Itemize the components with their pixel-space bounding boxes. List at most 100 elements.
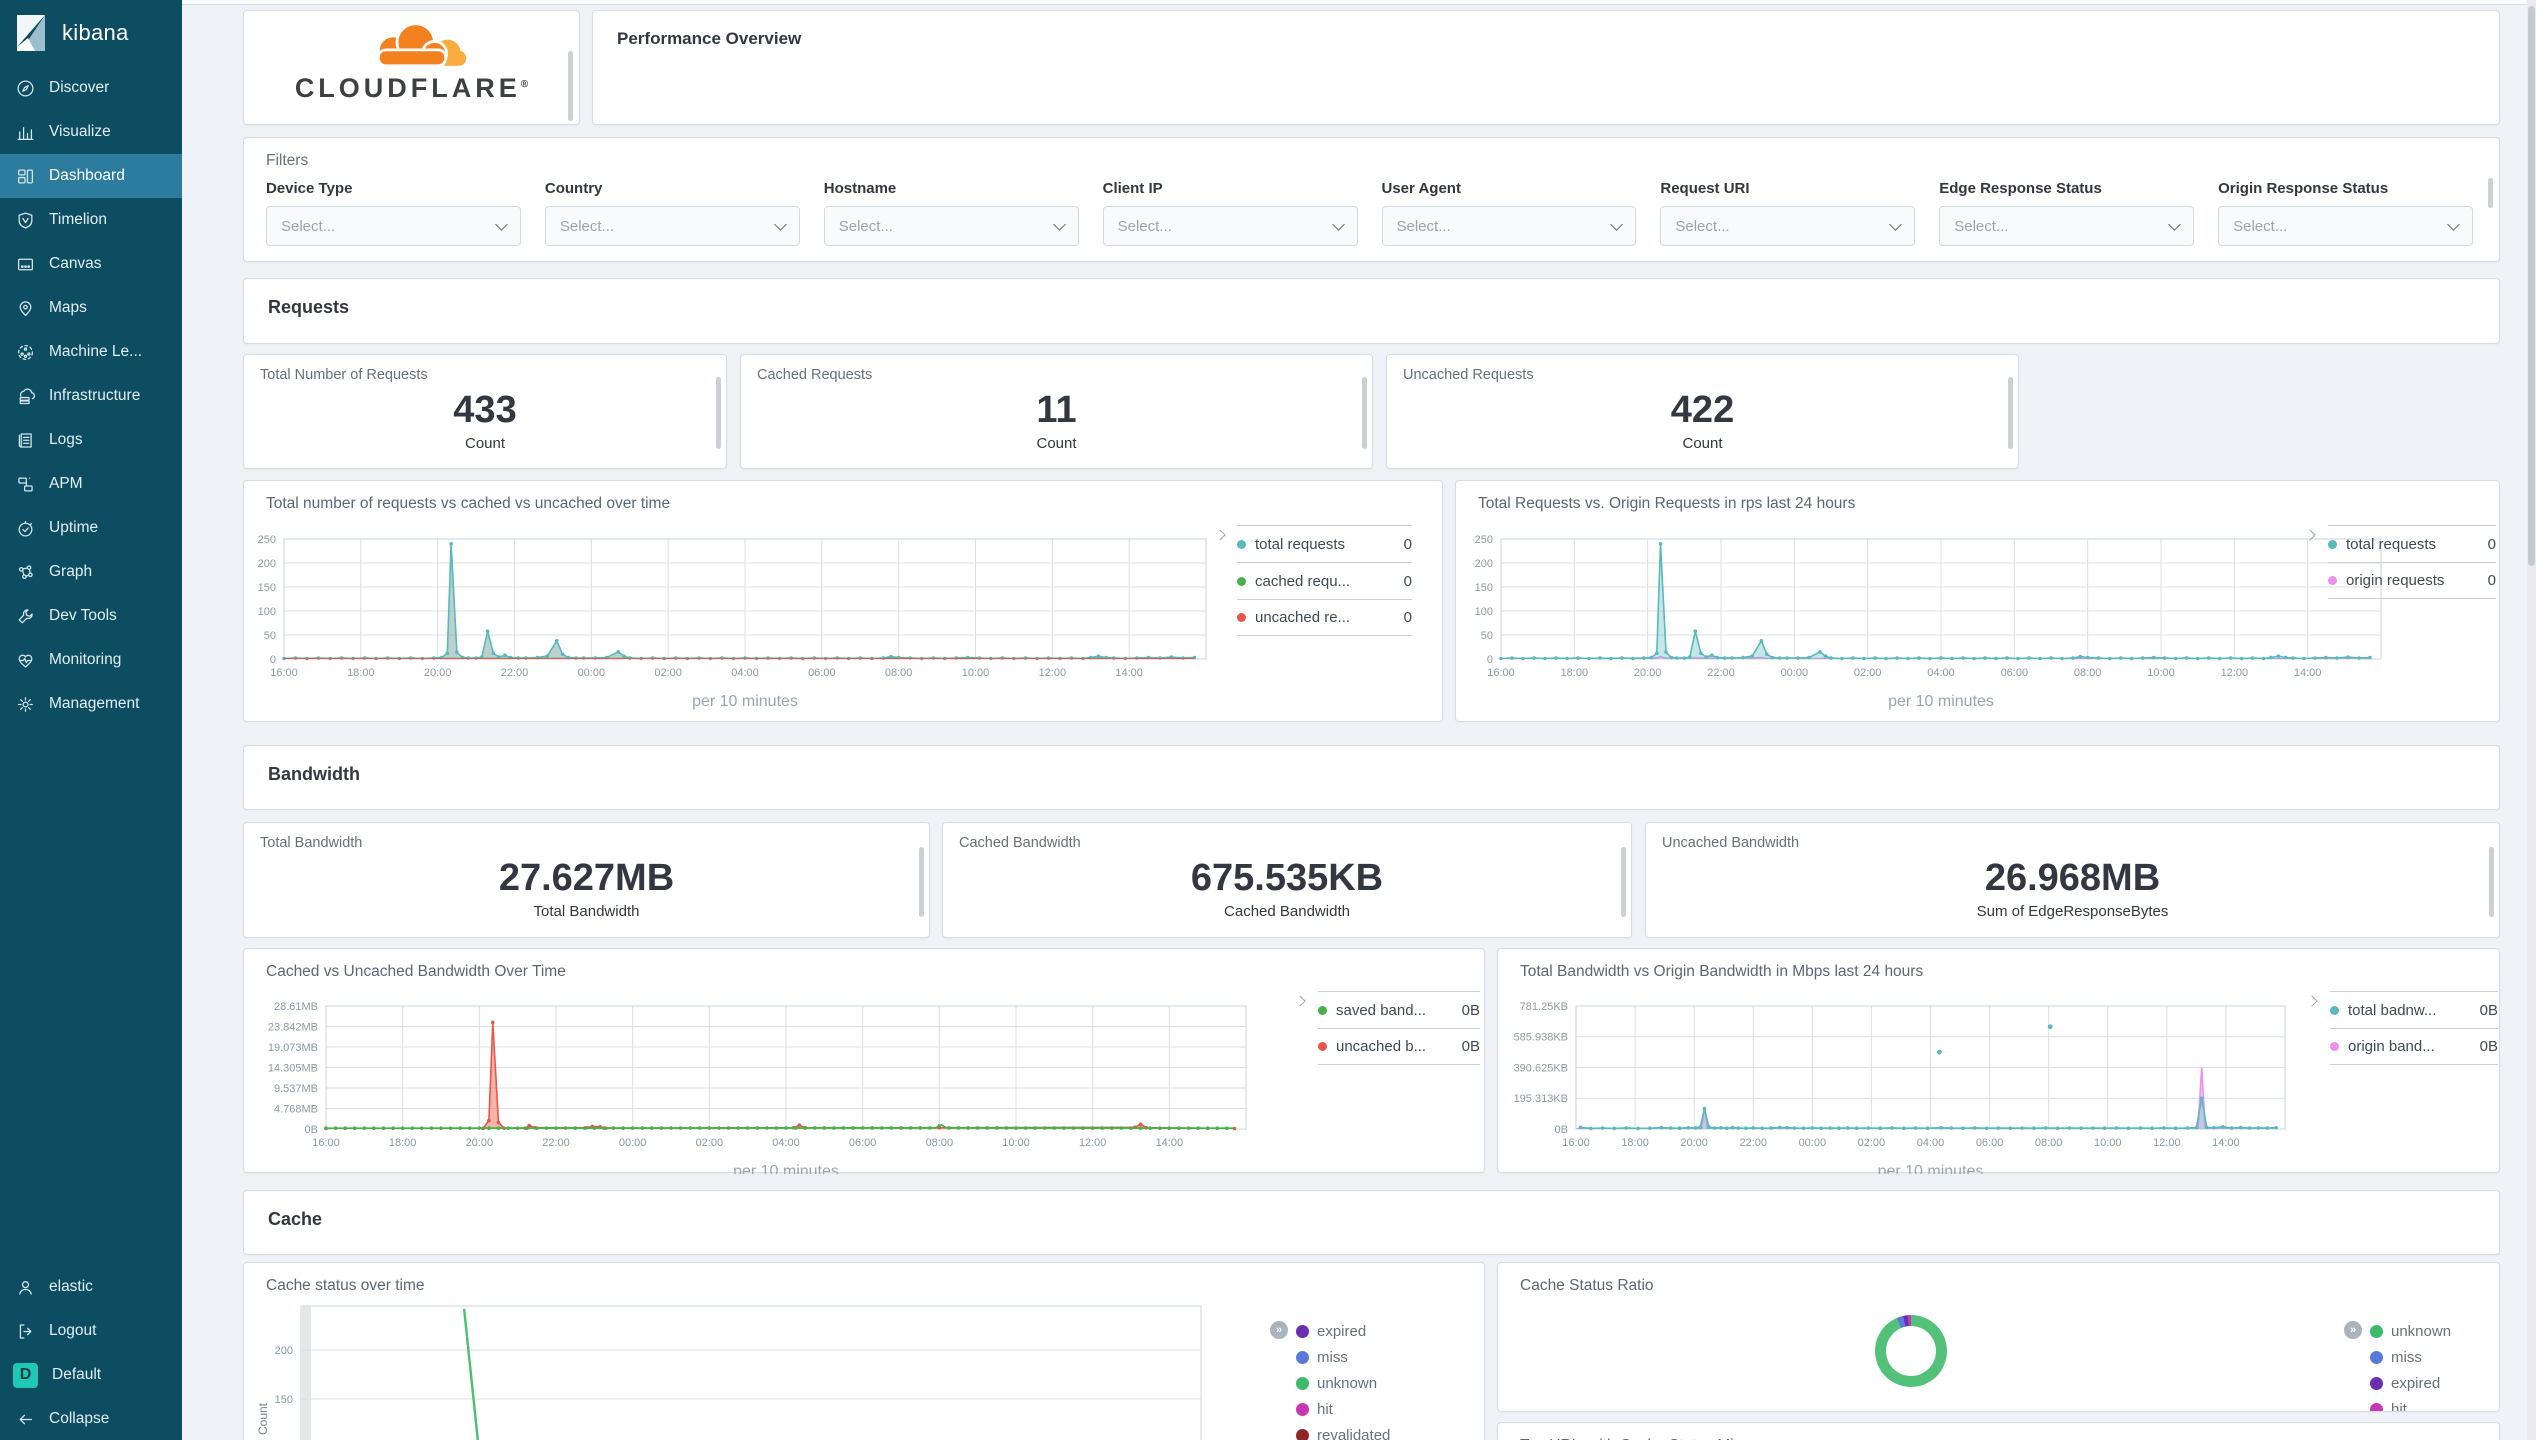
sidebar-item-infrastructure[interactable]: Infrastructure	[0, 374, 182, 418]
cache-ratio-donut[interactable]	[1875, 1315, 1947, 1387]
legend-expand-icon[interactable]: »	[1270, 1321, 1288, 1339]
filter-edge-response-status: Edge Response Status Select...	[1929, 180, 2208, 246]
legend-label: miss	[2391, 1348, 2422, 1366]
panel-scrollbar[interactable]	[2489, 847, 2494, 917]
chart-legend: total badnw... 0B origin band... 0B	[2330, 991, 2498, 1065]
sidebar-item-monitoring[interactable]: Monitoring	[0, 638, 182, 682]
legend-dot-icon	[1296, 1402, 1309, 1416]
panel-scrollbar[interactable]	[2488, 178, 2493, 208]
svg-text:00:00: 00:00	[1799, 1137, 1827, 1149]
chart-requests-vs-origin: Total Requests vs. Origin Requests in rp…	[1455, 480, 2500, 722]
filter-select[interactable]: Select...	[823, 206, 1079, 246]
legend-item-origin-requests[interactable]: origin requests 0	[2328, 562, 2496, 599]
legend-value: 0B	[2479, 1038, 2498, 1055]
chevron-down-icon	[2168, 217, 2181, 231]
legend-item-total-badnw[interactable]: total badnw... 0B	[2330, 991, 2498, 1028]
legend-item-uncached-b[interactable]: uncached b... 0B	[1318, 1028, 1480, 1065]
legend-item-miss[interactable]: miss	[1296, 1344, 1390, 1370]
canvas-icon	[18, 258, 33, 270]
svg-text:100: 100	[258, 606, 276, 618]
logout-icon	[19, 1323, 32, 1339]
legend-item-uncached-re[interactable]: uncached re... 0	[1237, 599, 1412, 636]
svg-text:06:00: 06:00	[849, 1137, 877, 1149]
sidebar-footer-default[interactable]: D Default	[0, 1353, 182, 1397]
chevron-down-icon	[495, 217, 508, 231]
svg-text:9.537MB: 9.537MB	[274, 1083, 318, 1095]
filter-select[interactable]: Select...	[1939, 206, 2195, 246]
legend-item-expired[interactable]: expired	[2370, 1370, 2451, 1396]
legend-dot-icon	[2328, 576, 2337, 585]
legend-expand-icon[interactable]: »	[2344, 1321, 2362, 1339]
legend-item-cached-requ[interactable]: cached requ... 0	[1237, 562, 1412, 599]
sidebar-item-canvas[interactable]: Canvas	[0, 242, 182, 286]
svg-text:per 10 minutes: per 10 minutes	[733, 1163, 839, 1174]
legend-item-unknown[interactable]: unknown	[1296, 1370, 1390, 1396]
sidebar-item-label: Dashboard	[49, 167, 125, 184]
sidebar-item-visualize[interactable]: Visualize	[0, 110, 182, 154]
panel-scrollbar[interactable]	[1362, 377, 1367, 449]
svg-text:08:00: 08:00	[2074, 667, 2102, 679]
sidebar-item-apm[interactable]: APM	[0, 462, 182, 506]
sidebar-footer-collapse[interactable]: Collapse	[0, 1397, 182, 1440]
sidebar-item-timelion[interactable]: Timelion	[0, 198, 182, 242]
maps-icon	[19, 300, 32, 316]
legend-item-unknown[interactable]: unknown	[2370, 1318, 2451, 1344]
kibana-logo[interactable]: kibana	[0, 0, 182, 66]
panel-scrollbar[interactable]	[1621, 847, 1626, 917]
filter-select[interactable]: Select...	[544, 206, 800, 246]
cache-section-panel: Cache	[243, 1190, 2500, 1255]
filter-select[interactable]: Select...	[1660, 206, 1916, 246]
filter-label: Request URI	[1660, 180, 1750, 197]
svg-text:0B: 0B	[1555, 1124, 1568, 1136]
legend-item-total-requests[interactable]: total requests 0	[2328, 525, 2496, 562]
sidebar-item-dev-tools[interactable]: Dev Tools	[0, 594, 182, 638]
legend-item-hit[interactable]: hit	[1296, 1396, 1390, 1422]
sidebar-item-maps[interactable]: Maps	[0, 286, 182, 330]
legend-item-miss[interactable]: miss	[2370, 1344, 2451, 1370]
chevron-down-icon	[1610, 217, 1624, 231]
legend-item-expired[interactable]: expired	[1296, 1318, 1390, 1344]
svg-text:12:00: 12:00	[2221, 667, 2249, 679]
panel-scrollbar[interactable]	[2008, 377, 2013, 449]
sidebar-item-machine-le[interactable]: Machine Le...	[0, 330, 182, 374]
filter-select[interactable]: Select...	[266, 206, 521, 246]
panel-scrollbar[interactable]	[919, 847, 924, 917]
sidebar-footer-logout[interactable]: Logout	[0, 1309, 182, 1353]
panel-scrollbar[interactable]	[716, 377, 721, 449]
metric-value: 675.535KB	[1190, 857, 1384, 899]
legend-item-hit[interactable]: hit	[2370, 1396, 2451, 1411]
metric-cached-bandwidth: Cached Bandwidth 675.535KB Cached Bandwidt…	[942, 822, 1632, 938]
svg-text:00:00: 00:00	[578, 667, 606, 679]
sidebar-item-uptime[interactable]: Uptime	[0, 506, 182, 550]
sidebar-item-discover[interactable]: Discover	[0, 66, 182, 110]
legend-item-origin-band[interactable]: origin band... 0B	[2330, 1028, 2498, 1065]
metric-total-requests: Total Number of Requests 433 Count	[243, 354, 727, 469]
legend-item-total-requests[interactable]: total requests 0	[1237, 525, 1412, 562]
sidebar-item-logs[interactable]: Logs	[0, 418, 182, 462]
sidebar-item-management[interactable]: Management	[0, 682, 182, 726]
legend-dot-icon	[2370, 1402, 2383, 1411]
svg-text:04:00: 04:00	[1927, 667, 1955, 679]
legend-item-saved-band[interactable]: saved band... 0B	[1318, 991, 1480, 1028]
filters-title: Filters	[266, 152, 309, 169]
sidebar-footer-elastic[interactable]: elastic	[0, 1265, 182, 1309]
svg-text:12:00: 12:00	[1079, 1137, 1107, 1149]
metric-sub: Count	[1682, 434, 1723, 452]
svg-text:18:00: 18:00	[1621, 1137, 1649, 1149]
filter-select[interactable]: Select...	[1102, 206, 1358, 246]
sidebar-item-dashboard[interactable]: Dashboard	[0, 154, 182, 198]
page-scrollbar-track[interactable]	[2527, 0, 2536, 1440]
filter-select[interactable]: Select...	[1381, 206, 1637, 246]
legend-item-revalidated[interactable]: revalidated	[1296, 1422, 1390, 1440]
filter-select[interactable]: Select...	[2218, 206, 2473, 246]
legend-dot-icon	[1237, 539, 1246, 549]
metric-sub: Count	[1036, 434, 1077, 452]
page-scrollbar-thumb[interactable]	[2528, 6, 2535, 566]
y-axis-label: Count	[256, 1402, 270, 1435]
svg-text:20:00: 20:00	[466, 1137, 494, 1149]
sidebar-item-graph[interactable]: Graph	[0, 550, 182, 594]
svg-text:0: 0	[1487, 654, 1493, 666]
panel-scrollbar[interactable]	[568, 51, 573, 121]
metric-label: Cached Requests	[757, 367, 873, 383]
sidebar-item-label: APM	[49, 475, 83, 492]
